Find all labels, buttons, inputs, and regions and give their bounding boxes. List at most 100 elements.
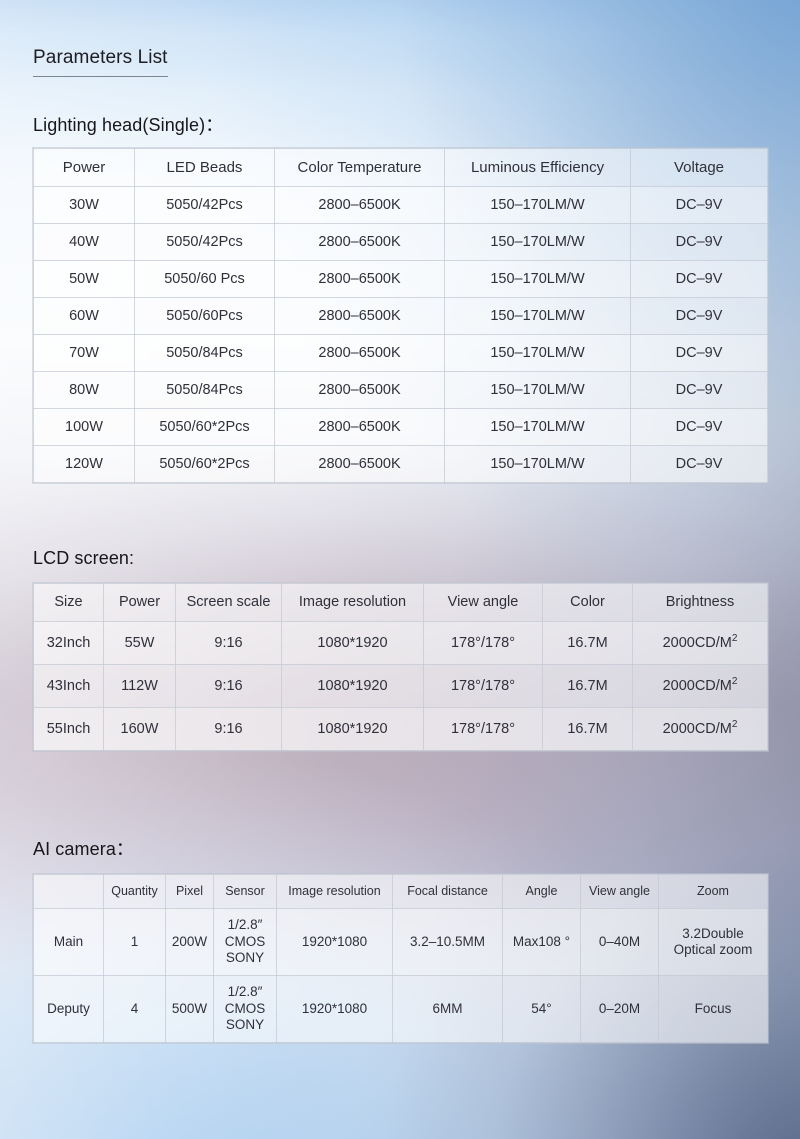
- cell-led-beads: 5050/60Pcs: [134, 297, 275, 336]
- table-row: 30W 5050/42Pcs 2800–6500K 150–170LM/W DC…: [33, 186, 768, 225]
- cell-zoom: Focus: [658, 974, 768, 1043]
- cell-color: 16.7M: [542, 663, 633, 708]
- cell-luminous: 150–170LM/W: [444, 408, 631, 447]
- cell-voltage: DC–9V: [630, 445, 768, 484]
- page-title: Parameters List: [33, 0, 168, 77]
- table-header-row: Quantity Pixel Sensor Image resolution F…: [33, 873, 768, 909]
- section-heading-ai-camera: AI camera：: [33, 839, 135, 859]
- sensor-line-2: CMOS: [224, 1000, 266, 1016]
- cell-power: 30W: [33, 186, 135, 225]
- cell-power: 55W: [103, 620, 176, 665]
- table-row: 50W 5050/60 Pcs 2800–6500K 150–170LM/W D…: [33, 260, 768, 299]
- cell-view-angle: 178°/178°: [423, 663, 543, 708]
- cell-power: 70W: [33, 334, 135, 373]
- sensor-line-1: 1/2.8″: [227, 984, 263, 1000]
- cell-pixel: 200W: [165, 907, 214, 976]
- cell-image-resolution: 1080*1920: [281, 706, 424, 751]
- cell-image-resolution: 1920*1080: [276, 974, 393, 1043]
- brightness-value: 2000CD/M: [662, 677, 732, 694]
- sensor-line-2: CMOS: [224, 933, 266, 949]
- cell-voltage: DC–9V: [630, 260, 768, 299]
- sensor-line-3: SONY: [225, 1016, 265, 1032]
- cell-color-temp: 2800–6500K: [274, 297, 445, 336]
- column-header-luminous-efficiency: Luminous Efficiency: [444, 148, 631, 188]
- cell-size: 43Inch: [33, 663, 104, 708]
- cell-voltage: DC–9V: [630, 371, 768, 410]
- column-header-pixel: Pixel: [165, 873, 214, 909]
- cell-view-angle: 178°/178°: [423, 706, 543, 751]
- table-row: 70W 5050/84Pcs 2800–6500K 150–170LM/W DC…: [33, 334, 768, 373]
- column-header-power: Power: [103, 582, 176, 622]
- brightness-superscript: 2: [731, 718, 738, 730]
- column-header-blank: [33, 873, 104, 909]
- cell-size: 32Inch: [33, 620, 104, 665]
- column-header-screen-scale: Screen scale: [175, 582, 282, 622]
- zoom-line-2: Optical zoom: [673, 941, 753, 957]
- table-row: 120W 5050/60*2Pcs 2800–6500K 150–170LM/W…: [33, 445, 768, 484]
- cell-color-temp: 2800–6500K: [274, 445, 445, 484]
- cell-screen-scale: 9:16: [175, 706, 282, 751]
- column-header-color-temperature: Color Temperature: [274, 148, 445, 188]
- cell-color-temp: 2800–6500K: [274, 223, 445, 262]
- cell-color-temp: 2800–6500K: [274, 371, 445, 410]
- column-header-led-beads: LED Beads: [134, 148, 275, 188]
- lighting-head-table: Power LED Beads Color Temperature Lumino…: [33, 148, 768, 484]
- cell-voltage: DC–9V: [630, 334, 768, 373]
- section-heading-lcd-screen: LCD screen:: [33, 548, 135, 568]
- cell-luminous: 150–170LM/W: [444, 260, 631, 299]
- cell-view-angle: 0–40M: [580, 907, 659, 976]
- column-header-sensor: Sensor: [213, 873, 277, 909]
- cell-color: 16.7M: [542, 620, 633, 665]
- cell-power: 80W: [33, 371, 135, 410]
- cell-led-beads: 5050/42Pcs: [134, 223, 275, 262]
- brightness-superscript: 2: [731, 675, 738, 687]
- cell-angle: Max108 °: [502, 907, 581, 976]
- parameters-page: Parameters List Lighting head(Single)： P…: [0, 0, 800, 1139]
- zoom-line-1: 3.2Double: [682, 925, 744, 941]
- cell-camera-label: Deputy: [33, 974, 104, 1043]
- column-header-angle: Angle: [502, 873, 581, 909]
- cell-quantity: 4: [103, 974, 166, 1043]
- column-header-view-angle: View angle: [580, 873, 659, 909]
- table-header-row: Size Power Screen scale Image resolution…: [33, 582, 768, 622]
- cell-power: 50W: [33, 260, 135, 299]
- column-header-view-angle: View angle: [423, 582, 543, 622]
- cell-voltage: DC–9V: [630, 186, 768, 225]
- table-row: 43Inch 112W 9:16 1080*1920 178°/178° 16.…: [33, 663, 768, 708]
- cell-screen-scale: 9:16: [175, 620, 282, 665]
- cell-view-angle: 0–20M: [580, 974, 659, 1043]
- cell-luminous: 150–170LM/W: [444, 186, 631, 225]
- column-header-image-resolution: Image resolution: [276, 873, 393, 909]
- cell-luminous: 150–170LM/W: [444, 223, 631, 262]
- cell-luminous: 150–170LM/W: [444, 297, 631, 336]
- column-header-brightness: Brightness: [632, 582, 768, 622]
- column-header-color: Color: [542, 582, 633, 622]
- column-header-size: Size: [33, 582, 104, 622]
- column-header-quantity: Quantity: [103, 873, 166, 909]
- cell-voltage: DC–9V: [630, 408, 768, 447]
- table-row: 55Inch 160W 9:16 1080*1920 178°/178° 16.…: [33, 706, 768, 751]
- cell-color-temp: 2800–6500K: [274, 260, 445, 299]
- cell-color-temp: 2800–6500K: [274, 408, 445, 447]
- cell-luminous: 150–170LM/W: [444, 334, 631, 373]
- table-row: 32Inch 55W 9:16 1080*1920 178°/178° 16.7…: [33, 620, 768, 665]
- cell-voltage: DC–9V: [630, 297, 768, 336]
- cell-image-resolution: 1920*1080: [276, 907, 393, 976]
- cell-led-beads: 5050/84Pcs: [134, 334, 275, 373]
- cell-image-resolution: 1080*1920: [281, 620, 424, 665]
- cell-focal-distance: 3.2–10.5MM: [392, 907, 503, 976]
- cell-power: 160W: [103, 706, 176, 751]
- table-row: 80W 5050/84Pcs 2800–6500K 150–170LM/W DC…: [33, 371, 768, 410]
- cell-size: 55Inch: [33, 706, 104, 751]
- cell-led-beads: 5050/60*2Pcs: [134, 408, 275, 447]
- ai-camera-table: Quantity Pixel Sensor Image resolution F…: [33, 873, 768, 1043]
- cell-color-temp: 2800–6500K: [274, 186, 445, 225]
- table-row: 100W 5050/60*2Pcs 2800–6500K 150–170LM/W…: [33, 408, 768, 447]
- table-row: 60W 5050/60Pcs 2800–6500K 150–170LM/W DC…: [33, 297, 768, 336]
- cell-power: 100W: [33, 408, 135, 447]
- cell-led-beads: 5050/84Pcs: [134, 371, 275, 410]
- cell-color: 16.7M: [542, 706, 633, 751]
- cell-power: 60W: [33, 297, 135, 336]
- column-header-zoom: Zoom: [658, 873, 768, 909]
- cell-voltage: DC–9V: [630, 223, 768, 262]
